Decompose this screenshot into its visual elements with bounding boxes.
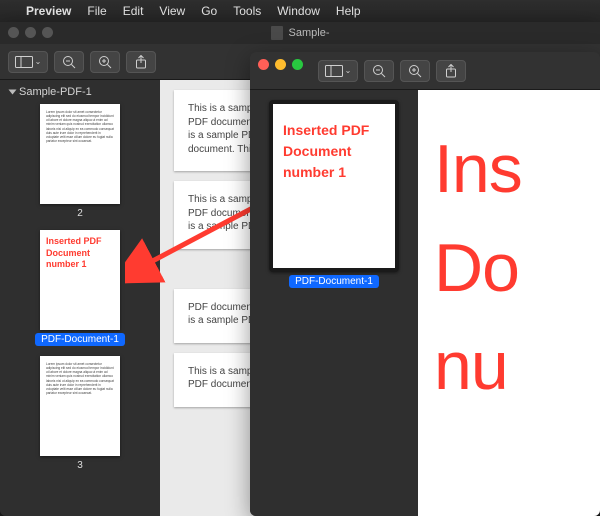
document-body-text: Ins Do nu: [434, 120, 522, 416]
page-thumbnail-selected[interactable]: Inserted PDF Document number 1: [269, 100, 399, 272]
page-number: 2: [71, 207, 89, 220]
window-title: Sample-: [289, 27, 330, 39]
titlebar[interactable]: Sample-: [0, 22, 600, 44]
share-button[interactable]: [126, 51, 156, 73]
menu-edit[interactable]: Edit: [123, 4, 144, 18]
minimize-button[interactable]: [25, 27, 36, 38]
inserted-page-text: Inserted PDF Document number 1: [283, 120, 385, 183]
menu-tools[interactable]: Tools: [233, 4, 261, 18]
zoom-button[interactable]: [292, 59, 303, 70]
close-button[interactable]: [258, 59, 269, 70]
thumbnail-sidebar[interactable]: Inserted PDF Document number 1 PDF-Docum…: [250, 90, 418, 516]
toolbar[interactable]: ⌄: [250, 52, 600, 90]
share-button[interactable]: [436, 60, 466, 82]
thumbnail-sidebar[interactable]: Sample-PDF-1 Lorem ipsum dolor sit amet …: [0, 80, 160, 516]
page-thumbnail[interactable]: Lorem ipsum dolor sit amet consectetur a…: [40, 356, 120, 456]
app-name[interactable]: Preview: [26, 4, 71, 18]
page-label-selected: PDF-Document-1: [289, 275, 379, 288]
sidebar-view-button[interactable]: ⌄: [318, 60, 358, 82]
page-thumbnail[interactable]: Lorem ipsum dolor sit amet consectetur a…: [40, 104, 120, 204]
sidebar-document-title[interactable]: Sample-PDF-1: [6, 84, 154, 104]
disclosure-triangle-icon[interactable]: [9, 90, 17, 95]
menu-go[interactable]: Go: [201, 4, 217, 18]
inserted-page-text: Inserted PDF Document number 1: [46, 236, 114, 271]
menubar: Preview File Edit View Go Tools Window H…: [0, 0, 600, 22]
sidebar-view-button[interactable]: ⌄: [8, 51, 48, 73]
zoom-button[interactable]: [42, 27, 53, 38]
page-label-selected: PDF-Document-1: [35, 333, 125, 346]
document-icon: [271, 26, 283, 40]
sidebar-title-label: Sample-PDF-1: [19, 86, 92, 98]
zoom-in-button[interactable]: [400, 60, 430, 82]
foreground-preview-window: ⌄ Inserted PDF Document number 1 PDF-Doc…: [250, 52, 600, 516]
menu-file[interactable]: File: [87, 4, 106, 18]
zoom-out-button[interactable]: [364, 60, 394, 82]
inserted-page-thumbnail[interactable]: Inserted PDF Document number 1: [40, 230, 120, 330]
menu-view[interactable]: View: [159, 4, 185, 18]
menu-window[interactable]: Window: [277, 4, 320, 18]
document-viewport[interactable]: Ins Do nu: [418, 90, 600, 516]
minimize-button[interactable]: [275, 59, 286, 70]
close-button[interactable]: [8, 27, 19, 38]
page-number: 3: [71, 459, 89, 472]
zoom-out-button[interactable]: [54, 51, 84, 73]
menu-help[interactable]: Help: [336, 4, 361, 18]
zoom-in-button[interactable]: [90, 51, 120, 73]
